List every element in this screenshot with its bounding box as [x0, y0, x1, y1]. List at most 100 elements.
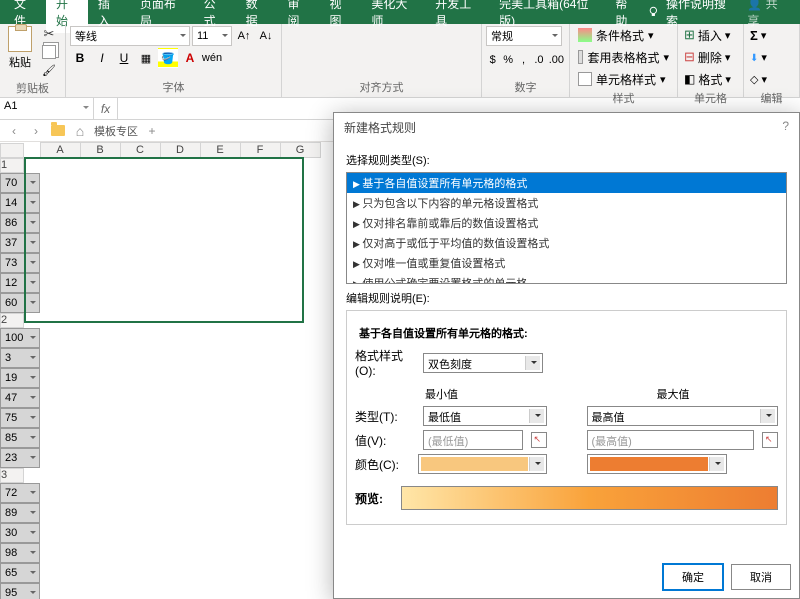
min-value-input[interactable]: (最低值) — [423, 430, 523, 450]
increase-font-button[interactable]: A↑ — [234, 26, 254, 46]
cell[interactable]: 75 — [0, 408, 40, 428]
cell[interactable]: 23 — [0, 448, 40, 468]
col-header[interactable]: B — [80, 143, 120, 158]
row-header[interactable]: 2 — [0, 313, 24, 328]
share-button[interactable]: 👤 共享 — [737, 0, 796, 33]
color-label: 颜色(C): — [355, 456, 412, 473]
insert-cells-button[interactable]: 插入 ▾ — [682, 26, 739, 44]
rule-type-item[interactable]: 仅对排名靠前或靠后的数值设置格式 — [347, 213, 786, 233]
comma-button[interactable]: , — [517, 50, 530, 70]
font-size-select[interactable]: 11 — [192, 26, 232, 46]
min-type-select[interactable]: 最低值 — [423, 406, 547, 426]
cell[interactable]: 98 — [0, 543, 40, 563]
select-rule-label: 选择规则类型(S): — [346, 152, 787, 168]
border-button[interactable]: ▦ — [136, 48, 156, 68]
folder-button[interactable] — [50, 124, 66, 138]
col-header[interactable]: E — [200, 143, 240, 158]
cell[interactable]: 70 — [0, 173, 40, 193]
cell[interactable]: 12 — [0, 273, 40, 293]
paste-button[interactable]: 粘贴 — [4, 26, 36, 78]
cell[interactable]: 47 — [0, 388, 40, 408]
dialog-help-button[interactable]: ? — [782, 119, 789, 136]
cell[interactable]: 60 — [0, 293, 40, 313]
folder-icon — [51, 125, 65, 136]
font-color-button[interactable]: A — [180, 48, 200, 68]
percent-button[interactable]: % — [501, 50, 514, 70]
cell[interactable]: 19 — [0, 368, 40, 388]
cut-button[interactable] — [40, 26, 58, 42]
rule-type-item[interactable]: 使用公式确定要设置格式的单元格 — [347, 273, 786, 284]
cell[interactable]: 89 — [0, 503, 40, 523]
col-header[interactable]: C — [120, 143, 160, 158]
format-icon — [684, 72, 695, 86]
fill-color-button[interactable]: 🪣 — [158, 48, 178, 68]
col-header[interactable]: F — [240, 143, 280, 158]
forward-icon[interactable]: › — [28, 124, 44, 138]
format-painter-button[interactable] — [40, 62, 58, 78]
decrease-font-button[interactable]: A↓ — [256, 26, 276, 46]
currency-button[interactable]: $ — [486, 50, 499, 70]
max-ref-picker[interactable] — [762, 432, 778, 448]
cell[interactable]: 95 — [0, 583, 40, 599]
col-header[interactable]: A — [40, 143, 80, 158]
cell[interactable]: 73 — [0, 253, 40, 273]
fill-button[interactable]: ▾ — [748, 48, 795, 66]
delete-icon — [684, 49, 695, 65]
min-color-select[interactable] — [418, 454, 547, 474]
ok-button[interactable]: 确定 — [663, 564, 723, 590]
home-button[interactable] — [72, 124, 88, 138]
cell[interactable]: 14 — [0, 193, 40, 213]
group-number-label: 数字 — [486, 77, 565, 97]
insert-icon — [684, 27, 695, 43]
cell[interactable]: 30 — [0, 523, 40, 543]
min-ref-picker[interactable] — [531, 432, 547, 448]
cell[interactable]: 37 — [0, 233, 40, 253]
select-all[interactable] — [0, 143, 24, 158]
conditional-format-icon — [578, 28, 592, 42]
number-format-select[interactable]: 常规 — [486, 26, 562, 46]
cell[interactable]: 85 — [0, 428, 40, 448]
col-header[interactable]: D — [160, 143, 200, 158]
row-header[interactable]: 3 — [0, 468, 24, 483]
max-type-select[interactable]: 最高值 — [587, 406, 779, 426]
dialog-title: 新建格式规则 — [344, 119, 416, 136]
add-tab-button[interactable]: + — [144, 124, 160, 138]
col-header[interactable]: G — [280, 143, 320, 158]
cell[interactable]: 86 — [0, 213, 40, 233]
row-header[interactable]: 1 — [0, 158, 24, 173]
rule-type-item[interactable]: 仅对高于或低于平均值的数值设置格式 — [347, 233, 786, 253]
format-cells-button[interactable]: 格式 ▾ — [682, 70, 739, 88]
rule-type-item[interactable]: 仅对唯一值或重复值设置格式 — [347, 253, 786, 273]
underline-button[interactable]: U — [114, 48, 134, 68]
cell-style-button[interactable]: 单元格样式 ▾ — [574, 70, 673, 88]
back-icon[interactable]: ‹ — [6, 124, 22, 138]
format-style-label: 格式样式(O): — [355, 347, 417, 378]
cell[interactable]: 3 — [0, 348, 40, 368]
copy-button[interactable] — [40, 44, 58, 60]
format-style-select[interactable]: 双色刻度 — [423, 353, 543, 373]
rule-type-item[interactable]: 基于各自值设置所有单元格的格式 — [347, 173, 786, 193]
cancel-button[interactable]: 取消 — [731, 564, 791, 590]
fx-button[interactable]: fx — [94, 98, 118, 119]
conditional-format-button[interactable]: 条件格式 ▾ — [574, 26, 673, 44]
dec-decimal-button[interactable]: .00 — [548, 50, 565, 70]
name-box[interactable]: A1 — [0, 98, 94, 119]
phonetic-button[interactable]: wén — [202, 48, 222, 68]
delete-cells-button[interactable]: 删除 ▾ — [682, 48, 739, 66]
font-name-select[interactable]: 等线 — [70, 26, 190, 46]
template-tab[interactable]: 模板专区 — [94, 123, 138, 139]
cell[interactable]: 72 — [0, 483, 40, 503]
max-color-select[interactable] — [587, 454, 727, 474]
rule-type-list[interactable]: 基于各自值设置所有单元格的格式只为包含以下内容的单元格设置格式仅对排名靠前或靠后… — [346, 172, 787, 284]
new-format-rule-dialog: 新建格式规则 ? 选择规则类型(S): 基于各自值设置所有单元格的格式只为包含以… — [333, 112, 800, 599]
bold-button[interactable]: B — [70, 48, 90, 68]
inc-decimal-button[interactable]: .0 — [532, 50, 545, 70]
rule-type-item[interactable]: 只为包含以下内容的单元格设置格式 — [347, 193, 786, 213]
cell[interactable]: 65 — [0, 563, 40, 583]
italic-button[interactable]: I — [92, 48, 112, 68]
clear-button[interactable]: ▾ — [748, 70, 795, 88]
ribbon-tab-bar: 文件 开始 插入 页面布局 公式 数据 审阅 视图 美化大师 开发工具 完美工具… — [0, 0, 800, 24]
table-format-button[interactable]: 套用表格格式 ▾ — [574, 48, 673, 66]
max-value-input[interactable]: (最高值) — [587, 430, 755, 450]
cell[interactable]: 100 — [0, 328, 40, 348]
